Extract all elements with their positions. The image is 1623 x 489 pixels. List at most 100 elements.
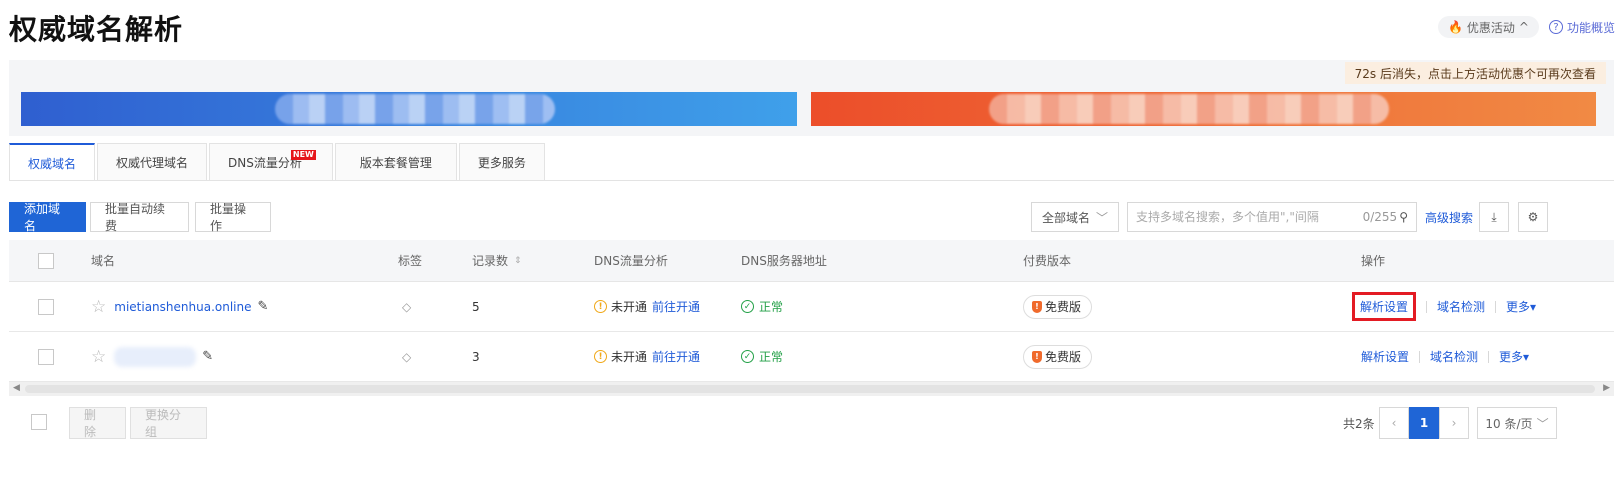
divider — [1488, 350, 1490, 363]
scrollbar-thumb[interactable] — [25, 385, 1595, 393]
domain-filter-value: 全部域名 — [1042, 210, 1091, 225]
page-number-button[interactable]: 1 — [1409, 407, 1439, 439]
divider — [1426, 300, 1428, 313]
advanced-search-link[interactable]: 高级搜索 — [1425, 209, 1473, 226]
page-title: 权威域名解析 — [9, 13, 184, 46]
caret-down-icon: ▾ — [1530, 300, 1537, 314]
warning-icon: ! — [594, 350, 607, 363]
domain-search-input[interactable] — [1136, 210, 1363, 224]
scroll-right-icon[interactable]: ▶ — [1603, 383, 1610, 393]
gear-icon: ⚙ — [1527, 210, 1539, 224]
blurred-banner-text — [275, 94, 555, 124]
column-header: 域名 — [91, 254, 116, 268]
delete-button[interactable]: 删 除 — [69, 407, 126, 439]
edit-icon[interactable]: ✎ — [202, 349, 213, 364]
dns-settings-link[interactable]: 解析设置 — [1352, 292, 1417, 321]
batch-operation-button[interactable]: 批量操作 — [195, 202, 271, 233]
check-circle-icon: ✓ — [741, 300, 754, 313]
divider — [1419, 350, 1421, 363]
main-tabs: 权威域名 权威代理域名 DNS流量分析 NEW 版本套餐管理 更多服务 — [9, 143, 547, 181]
chevron-up-icon: ^ — [1518, 20, 1529, 34]
promo-banner-orange[interactable] — [811, 92, 1596, 126]
horizontal-scrollbar[interactable]: ◀ ▶ — [9, 382, 1614, 396]
table-row: ☆ ✎ ◇ 3 ! 未开通 前往开通 ✓ 正常 ! 免费版 解析设置 域名检测 — [9, 332, 1614, 382]
shield-icon: ! — [1032, 300, 1042, 313]
column-header-records[interactable]: 记录数 ⇕ — [472, 240, 522, 281]
feature-overview-link[interactable]: ? 功能概览 — [1548, 19, 1615, 36]
page-size-value: 10 条/页 — [1485, 416, 1533, 431]
footer-select-all-checkbox[interactable] — [31, 414, 47, 430]
domain-search-box: 0/255 ⚲ — [1127, 202, 1417, 232]
column-header: DNS流量分析 — [594, 254, 668, 268]
tabs-divider — [9, 180, 1614, 181]
promo-activity-toggle[interactable]: 🔥 优惠活动 ^ — [1437, 16, 1539, 38]
redacted-domain[interactable] — [114, 346, 197, 367]
batch-auto-renew-button[interactable]: 批量自动续费 — [90, 202, 189, 233]
scroll-left-icon[interactable]: ◀ — [13, 383, 20, 393]
check-circle-icon: ✓ — [741, 350, 754, 363]
question-icon: ? — [1548, 20, 1563, 34]
domain-filter-select[interactable]: 全部域名 ﹀ — [1031, 202, 1119, 232]
promo-label: 优惠活动 — [1466, 20, 1515, 35]
domain-check-link[interactable]: 域名检测 — [1437, 298, 1485, 315]
footer-select-all — [31, 414, 47, 430]
more-dropdown[interactable]: 更多▾ — [1499, 348, 1529, 365]
select-all-cell — [38, 240, 54, 281]
tab-dns-traffic-analysis[interactable]: DNS流量分析 NEW — [209, 143, 333, 181]
table-header: 域名 标签 记录数 ⇕ DNS流量分析 DNS服务器地址 付费版本 操作 — [9, 240, 1614, 282]
row-checkbox[interactable] — [38, 298, 54, 315]
plan-label: 免费版 — [1045, 350, 1082, 364]
tab-plan-management[interactable]: 版本套餐管理 — [334, 143, 457, 181]
dns-analysis-status: 未开通 — [611, 300, 648, 314]
promo-banner-blue[interactable] — [21, 92, 797, 126]
flame-icon: 🔥 — [1447, 20, 1463, 34]
shield-icon: ! — [1032, 350, 1042, 363]
plan-badge[interactable]: ! 免费版 — [1023, 344, 1093, 369]
total-count: 共2条 — [1343, 417, 1375, 431]
enable-dns-analysis-link[interactable]: 前往开通 — [652, 298, 700, 315]
select-all-checkbox[interactable] — [38, 252, 54, 269]
prev-page-button[interactable]: ‹ — [1379, 407, 1409, 439]
change-group-button[interactable]: 更换分组 — [130, 407, 207, 439]
download-button[interactable]: ⤓ — [1479, 202, 1509, 232]
dns-analysis-status: 未开通 — [611, 350, 648, 364]
add-domain-button[interactable]: 添加域名 — [9, 202, 86, 233]
search-char-counter: 0/255 — [1362, 210, 1398, 224]
top-right-actions: 🔥 优惠活动 ^ ? 功能概览 — [1437, 16, 1615, 38]
divider — [1495, 300, 1497, 313]
chevron-left-icon: ‹ — [1391, 416, 1397, 430]
tab-more-services[interactable]: 更多服务 — [458, 143, 545, 181]
enable-dns-analysis-link[interactable]: 前往开通 — [652, 348, 700, 365]
tab-authoritative-domains[interactable]: 权威域名 — [9, 143, 96, 181]
dns-settings-link[interactable]: 解析设置 — [1361, 348, 1409, 365]
table-row: ☆ mietianshenhua.online ✎ ◇ 5 ! 未开通 前往开通… — [9, 282, 1614, 332]
edit-icon[interactable]: ✎ — [257, 299, 268, 314]
domain-check-link[interactable]: 域名检测 — [1430, 348, 1478, 365]
star-icon[interactable]: ☆ — [91, 297, 106, 317]
blurred-banner-text — [989, 94, 1389, 124]
server-status: 正常 — [759, 300, 784, 314]
star-icon[interactable]: ☆ — [91, 347, 106, 367]
page-size-select[interactable]: 10 条/页 ﹀ — [1477, 407, 1557, 439]
row-checkbox[interactable] — [38, 348, 54, 365]
plan-label: 免费版 — [1045, 300, 1082, 314]
tab-authoritative-proxy-domains[interactable]: 权威代理域名 — [97, 143, 208, 181]
tag-icon[interactable]: ◇ — [402, 350, 411, 364]
column-header: 标签 — [398, 254, 423, 268]
plan-badge[interactable]: ! 免费版 — [1023, 294, 1093, 319]
domain-link[interactable]: mietianshenhua.online — [114, 300, 251, 314]
table-footer: 删 除 更换分组 共2条 ‹ 1 › 10 条/页 ﹀ — [9, 407, 1614, 439]
search-icon[interactable]: ⚲ — [1399, 210, 1408, 224]
record-count: 3 — [472, 349, 480, 364]
tag-icon[interactable]: ◇ — [402, 300, 411, 314]
promo-banner-area: 72s 后消失，点击上方活动优惠个可再次查看 — [9, 60, 1614, 136]
warning-icon: ! — [594, 300, 607, 313]
banner-countdown-note: 72s 后消失，点击上方活动优惠个可再次查看 — [1344, 62, 1606, 84]
more-dropdown[interactable]: 更多▾ — [1506, 298, 1536, 315]
domain-toolbar: 添加域名 批量自动续费 批量操作 全部域名 ﹀ 0/255 ⚲ 高级搜索 ⤓ ⚙ — [9, 202, 1614, 233]
new-badge: NEW — [290, 150, 316, 160]
next-page-button[interactable]: › — [1439, 407, 1469, 439]
settings-button[interactable]: ⚙ — [1518, 202, 1548, 232]
row-operations: 解析设置 域名检测 更多▾ — [1361, 348, 1529, 365]
column-header: 操作 — [1361, 254, 1386, 268]
